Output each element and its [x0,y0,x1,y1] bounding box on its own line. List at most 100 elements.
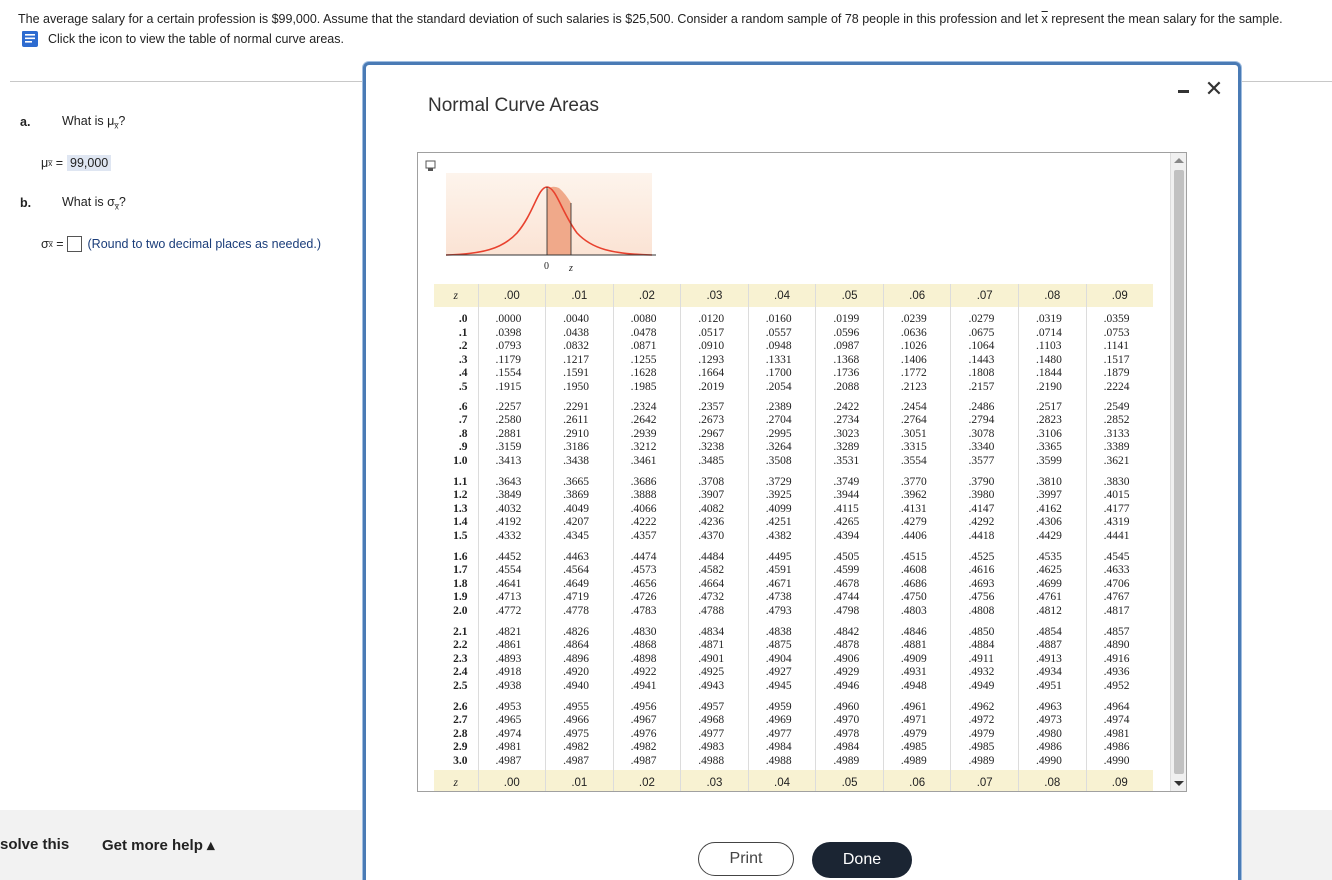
area-value-cell: .2357.2673.2967.3238.3485 [680,394,749,470]
area-value: .3790 [968,475,995,488]
area-value: .4969 [765,714,792,727]
get-more-help-link[interactable]: Get more help ▴ [102,836,215,854]
area-value: .3577 [968,454,995,467]
area-value: .0832 [563,340,589,353]
area-value: .4803 [900,604,927,617]
area-value: .4505 [833,550,860,563]
area-value: .4854 [1036,625,1062,638]
area-value: .1217 [563,353,589,366]
area-value: .1406 [900,353,927,366]
area-value: .4972 [968,714,995,727]
area-value: .3599 [1036,454,1062,467]
area-value-cell: .0279.0675.1064.1443.1808.2157 [950,307,1019,395]
close-icon[interactable]: ✕ [1204,78,1224,100]
area-value: .4649 [563,577,589,590]
area-value: .4131 [900,502,927,515]
area-value-cell: .4484.4582.4664.4732.4788 [680,544,749,620]
area-value-cell: .0319.0714.1103.1480.1844.2190 [1018,307,1087,395]
area-value: .4699 [1036,577,1062,590]
column-footer-col: .08 [1018,769,1087,791]
z-value: 2.4 [453,666,468,679]
done-button[interactable]: Done [812,842,912,878]
area-value: .4952 [1103,679,1130,692]
area-value: .4906 [833,652,860,665]
area-value: .2324 [630,400,657,413]
z-value: .2 [458,340,468,353]
scroll-down-arrow-icon[interactable] [1174,781,1184,786]
area-value: .2794 [968,414,995,427]
area-value: .4868 [630,639,657,652]
area-value: .4916 [1103,652,1130,665]
area-value: .4394 [833,529,860,542]
area-value: .4846 [900,625,927,638]
area-value: .3485 [698,454,725,467]
area-value: .4812 [1036,604,1062,617]
area-value: .1736 [833,367,860,380]
z-value: 2.5 [453,679,468,692]
area-value: .1664 [698,367,725,380]
area-value: .1950 [563,380,589,393]
z-value-cell: 2.6 2.7 2.8 2.9 3.0 [434,695,478,770]
column-header-col: .05 [815,284,884,307]
area-value-cell: .4953.4965.4974.4981.4987 [477,694,546,770]
area-value: .4842 [833,625,860,638]
vertical-scrollbar[interactable] [1170,153,1186,791]
area-value: .4878 [833,639,860,652]
area-value: .4564 [563,564,589,577]
minimize-icon[interactable] [1176,83,1192,99]
column-footer-col: .00 [477,769,546,791]
area-value: .0160 [765,313,792,325]
area-value: .4977 [765,727,792,740]
area-value-cell: .4857.4890.4916.4936.4952 [1085,619,1153,695]
area-value: .4850 [968,625,995,638]
area-value: .1179 [495,353,521,366]
area-value: .4987 [495,754,522,767]
std-error-input[interactable] [66,236,82,252]
z-value: 2.9 [453,741,468,754]
z-value: 1.3 [453,502,468,515]
scroll-up-arrow-icon[interactable] [1174,158,1184,163]
area-value: .1480 [1036,353,1062,366]
column-header-col: .04 [747,284,816,307]
print-preview-icon[interactable] [425,160,437,172]
area-value: .4686 [900,577,927,590]
area-value: .4515 [900,550,927,563]
mean-answer-value[interactable]: 99,000 [67,155,112,171]
table-viewport[interactable]: 0 z z .00.01.02.03.04.05.06.07.08.09 .0.1… [417,152,1187,792]
area-value: .4949 [968,679,995,692]
z-value: 2.2 [453,639,468,652]
area-value: .0080 [630,313,657,325]
rounding-note: (Round to two decimal places as needed.) [87,237,321,251]
area-value-cell: .2422.2734.3023.3289.3531 [815,394,884,470]
area-value: .4887 [1036,639,1062,652]
area-value: .4599 [833,564,860,577]
help-solve-this-link[interactable]: solve this [0,836,69,853]
area-value: .4925 [698,666,725,679]
scroll-thumb[interactable] [1174,170,1184,774]
area-value: .4929 [833,666,860,679]
column-footer-col: .01 [545,769,614,791]
area-value-cell: .4846.4881.4909.4931.4948 [882,619,951,695]
print-button[interactable]: Print [698,842,794,876]
area-value: .3159 [495,441,522,454]
area-value: .0871 [630,340,657,353]
area-value: .2291 [563,400,589,413]
table-row-group: .6.7.8.9 1.0.2257.2580.2881.3159.3413.229… [434,394,1153,470]
area-value: .4959 [765,700,792,713]
area-value: .4545 [1103,550,1130,563]
area-value-cell: .4960.4970.4978.4984.4989 [815,694,884,770]
area-value: .4973 [1036,714,1062,727]
area-value: .0040 [563,313,589,325]
dialog-title: Normal Curve Areas [428,95,600,116]
area-value: .4984 [833,741,860,754]
book-icon[interactable] [20,30,40,48]
z-value: 1.8 [453,577,468,590]
area-value: .4292 [968,516,995,529]
area-value-cell: .2257.2580.2881.3159.3413 [477,394,546,470]
area-value: .1554 [495,367,522,380]
area-value: .4904 [765,652,792,665]
area-value: .4671 [765,577,792,590]
area-value: .4987 [630,754,657,767]
column-header-col: .01 [545,284,614,307]
problem-statement: The average salary for a certain profess… [18,12,1283,26]
